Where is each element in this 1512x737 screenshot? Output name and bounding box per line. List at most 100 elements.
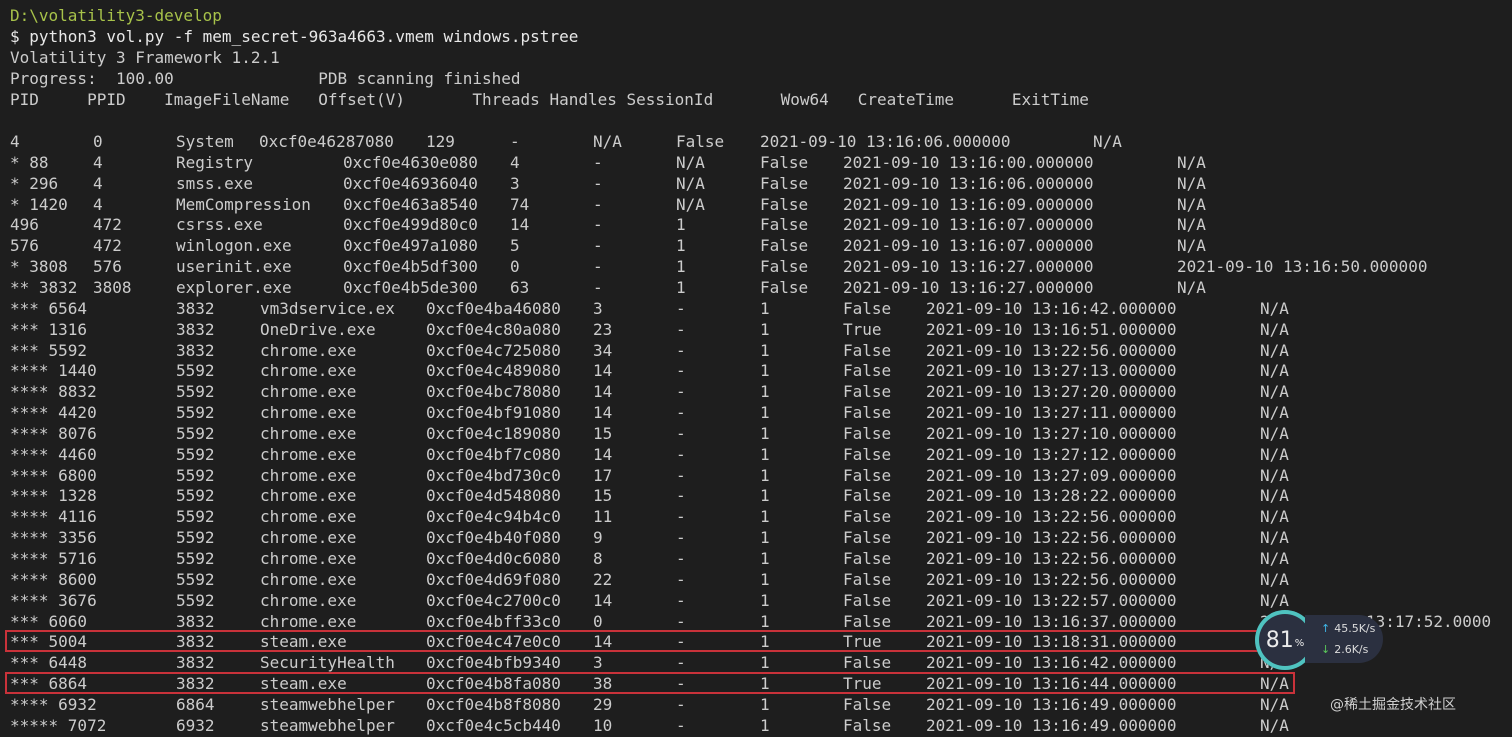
cell-image: MemCompression <box>176 194 311 214</box>
cell-threads: 14 <box>593 403 613 423</box>
upload-speed: 45.5 <box>1334 622 1359 635</box>
cell-offset: 0xcf0e463a8540 <box>343 194 478 214</box>
cell-threads: 14 <box>510 215 530 235</box>
cell-wow64: False <box>760 215 809 235</box>
cell-handles: - <box>676 715 686 735</box>
cell-offset: 0xcf0e4c94b4c0 <box>426 507 561 527</box>
process-row: **** 4420 5592 chrome.exe 0xcf0e4bf91080 14 -… <box>10 402 1510 423</box>
cell-handles: - <box>676 403 686 423</box>
cell-pid: 4 <box>10 132 20 151</box>
cell-create: 2021-09-10 13:27:11.000000 <box>926 403 1177 423</box>
cell-session: 1 <box>760 486 770 506</box>
cell-create: 2021-09-10 13:16:06.000000 <box>843 173 1094 193</box>
cell-wow64: False <box>843 569 892 589</box>
process-row: ** 3832 3808 explorer.exe 0xcf0e4b5de300 63 -… <box>10 277 1510 298</box>
network-speed-panel[interactable]: ↑ 45.5K/s ↓ 2.6K/s <box>1305 615 1383 663</box>
cell-handles: - <box>676 465 686 485</box>
cell-exit: N/A <box>1260 715 1289 735</box>
cell-ppid: 5592 <box>176 403 215 423</box>
cell-handles: - <box>676 507 686 527</box>
cell-threads: 4 <box>510 152 520 172</box>
cell-pid: *** 5592 <box>10 340 88 360</box>
site-watermark: @稀土掘金技术社区 <box>1330 697 1456 713</box>
cell-ppid: 576 <box>93 257 122 277</box>
cell-handles: - <box>676 423 686 443</box>
cell-image: chrome.exe <box>260 465 357 485</box>
cell-handles: - <box>593 277 603 297</box>
cell-wow64: False <box>760 194 809 214</box>
cell-handles: - <box>676 674 686 694</box>
cell-create: 2021-09-10 13:27:12.000000 <box>926 444 1177 464</box>
process-row: * 3808 576 userinit.exe 0xcf0e4b5df300 0 - 1 Fa… <box>10 256 1510 277</box>
cell-pid: **** 4460 <box>10 444 97 464</box>
cell-image: chrome.exe <box>260 403 357 423</box>
cell-create: 2021-09-10 13:16:49.000000 <box>926 715 1177 735</box>
cell-pid: **** 8832 <box>10 382 97 402</box>
cell-session: 1 <box>676 236 686 256</box>
cell-wow64: False <box>760 173 809 193</box>
cell-image: chrome.exe <box>260 528 357 548</box>
cell-session: 1 <box>676 215 686 235</box>
command-line[interactable]: $ python3 vol.py -f mem_secret-963a4663.… <box>10 26 578 47</box>
cell-offset: 0xcf0e4c189080 <box>426 423 561 443</box>
cell-pid: *** 6564 <box>10 298 88 318</box>
cell-create: 2021-09-10 13:16:09.000000 <box>843 194 1094 214</box>
cell-handles: - <box>510 132 520 151</box>
process-row: 576 472 winlogon.exe 0xcf0e497a1080 5 - 1 False… <box>10 235 1510 256</box>
cell-create: 2021-09-10 13:27:10.000000 <box>926 423 1177 443</box>
cell-image: chrome.exe <box>260 611 357 631</box>
process-row: **** 6800 5592 chrome.exe 0xcf0e4bd730c0 17 -… <box>10 465 1510 486</box>
cell-session: 1 <box>760 465 770 485</box>
cell-ppid: 3832 <box>176 653 215 673</box>
cell-offset: 0xcf0e4bfb9340 <box>426 653 561 673</box>
upload-arrow-icon: ↑ <box>1321 622 1331 635</box>
cell-create: 2021-09-10 13:16:51.000000 <box>926 319 1177 339</box>
cell-offset: 0xcf0e46936040 <box>343 173 478 193</box>
cell-exit: N/A <box>1177 152 1206 172</box>
cell-offset: 0xcf0e4b5de300 <box>343 277 478 297</box>
cell-handles: - <box>593 257 603 277</box>
cell-offset: 0xcf0e4d69f080 <box>426 569 561 589</box>
cell-threads: 0 <box>510 257 520 277</box>
cell-handles: - <box>676 486 686 506</box>
cell-exit: N/A <box>1177 194 1206 214</box>
cell-offset: 0xcf0e4c5cb440 <box>426 715 561 735</box>
cell-handles: - <box>676 444 686 464</box>
cell-pid: **** 4420 <box>10 403 97 423</box>
cell-image: chrome.exe <box>260 444 357 464</box>
cell-ppid: 3832 <box>176 611 215 631</box>
cell-exit: N/A <box>1260 549 1289 568</box>
process-row: * 88 4 Registry 0xcf0e4630e080 4 - N/A False 202… <box>10 152 1510 173</box>
cell-pid: *** 5004 <box>10 632 88 652</box>
cell-pid: **** 3356 <box>10 528 97 548</box>
cell-handles: - <box>676 590 686 610</box>
cell-wow64: False <box>843 549 892 568</box>
cell-session: 1 <box>760 444 770 464</box>
cell-threads: 34 <box>593 340 613 360</box>
framework-banner: Volatility 3 Framework 1.2.1 <box>10 48 280 67</box>
cell-create: 2021-09-10 13:27:13.000000 <box>926 361 1177 381</box>
cell-ppid: 5592 <box>176 590 215 610</box>
cell-wow64: False <box>760 257 809 277</box>
cell-image: steam.exe <box>260 674 347 694</box>
cell-threads: 15 <box>593 423 613 443</box>
cell-exit: N/A <box>1260 694 1289 714</box>
cell-ppid: 5592 <box>176 423 215 443</box>
cell-threads: 9 <box>593 528 603 548</box>
cell-session: N/A <box>593 132 622 151</box>
cell-exit: 2021-09-10 13:16:50.000000 <box>1177 257 1428 277</box>
cell-wow64: False <box>843 653 892 673</box>
cell-ppid: 6864 <box>176 694 215 714</box>
process-row: **** 4116 5592 chrome.exe 0xcf0e4c94b4c0 11 -… <box>10 506 1510 527</box>
cell-create: 2021-09-10 13:28:22.000000 <box>926 486 1177 506</box>
cell-offset: 0xcf0e4d0c6080 <box>426 549 561 568</box>
cell-session: 1 <box>760 569 770 589</box>
cell-pid: **** 4116 <box>10 507 97 527</box>
cell-pid: * 88 <box>10 152 49 172</box>
cell-handles: - <box>593 194 603 214</box>
cell-exit: N/A <box>1260 528 1289 548</box>
cell-threads: 14 <box>593 632 613 652</box>
cell-wow64: False <box>843 298 892 318</box>
cell-create: 2021-09-10 13:27:09.000000 <box>926 465 1177 485</box>
cell-handles: - <box>676 319 686 339</box>
